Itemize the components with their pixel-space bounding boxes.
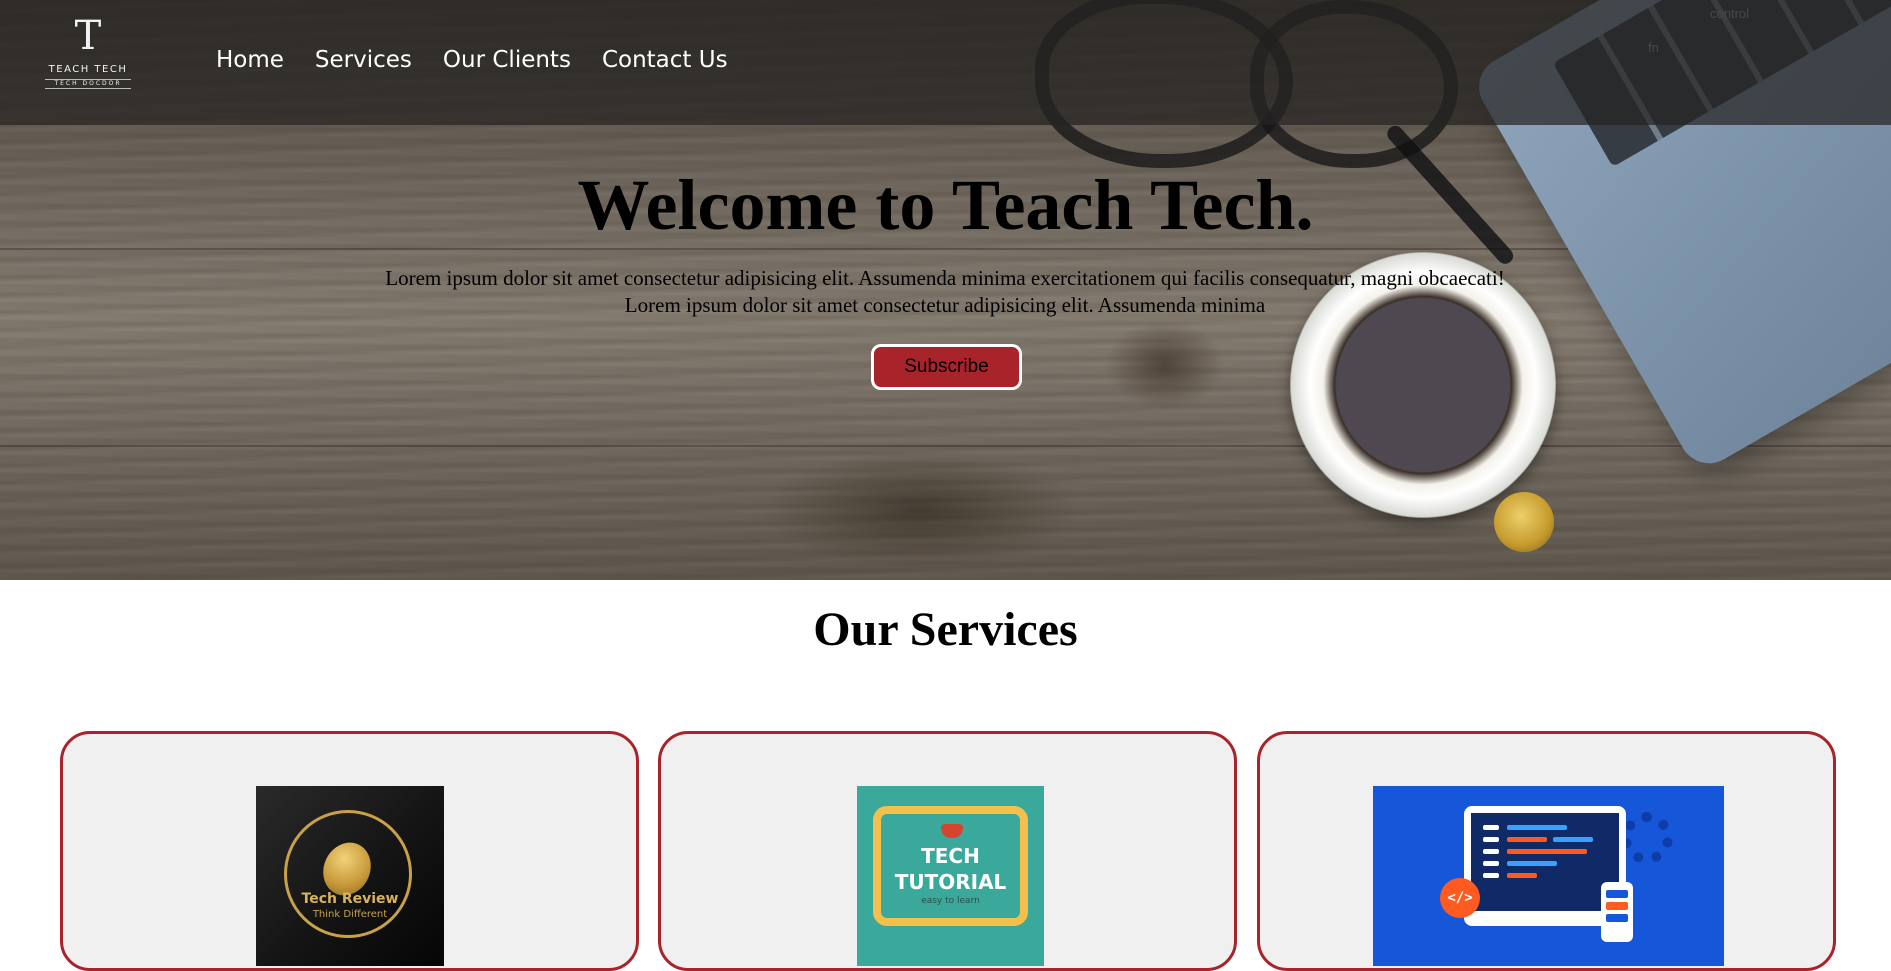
nav-services[interactable]: Services	[315, 47, 412, 73]
services-heading: Our Services	[813, 603, 1078, 656]
logo-tagline: TECH DOCDOR	[45, 79, 131, 89]
navbar: T TEACH TECH TECH DOCDOR Home Services O…	[0, 0, 1891, 125]
nav-contact-us[interactable]: Contact Us	[602, 47, 728, 73]
hero-description-line: Lorem ipsum dolor sit amet consectetur a…	[385, 266, 1505, 290]
code-line	[1483, 849, 1499, 854]
hero-title: Welcome to Teach Tech.	[577, 165, 1314, 245]
hero-description: Lorem ipsum dolor sit amet consectetur a…	[290, 265, 1600, 319]
image-caption-subtitle: easy to learn	[921, 896, 980, 906]
code-line	[1483, 861, 1499, 866]
site-logo[interactable]: T TEACH TECH TECH DOCDOR	[41, 14, 135, 96]
image-caption-title: TUTORIAL	[894, 870, 1007, 894]
code-line	[1483, 825, 1499, 830]
code-line	[1507, 873, 1537, 878]
image-caption-subtitle: Think Different	[312, 909, 388, 920]
wood-knot	[760, 450, 1080, 570]
logo-mark: T	[74, 13, 102, 59]
phone-bar	[1606, 914, 1628, 922]
tech-review-image: Tech Review Think Different	[256, 786, 444, 966]
monitor-screen	[1471, 813, 1619, 911]
hero-description-line: Lorem ipsum dolor sit amet consectetur a…	[624, 293, 1266, 317]
image-caption-title: TECH	[921, 844, 980, 868]
code-line	[1553, 837, 1593, 842]
phone-icon	[1601, 882, 1633, 942]
code-line	[1507, 861, 1557, 866]
code-line	[1483, 873, 1499, 878]
coffee-cup-handle	[1494, 492, 1554, 552]
subscribe-button[interactable]: Subscribe	[871, 344, 1022, 390]
wood-plank-seam	[0, 445, 1891, 447]
web-development-image: </>	[1373, 786, 1724, 966]
code-badge-icon: </>	[1440, 878, 1480, 918]
wood-knot	[1105, 320, 1225, 410]
nav-our-clients[interactable]: Our Clients	[443, 47, 571, 73]
nav-home[interactable]: Home	[216, 47, 284, 73]
main-nav: Home Services Our Clients Contact Us	[216, 47, 728, 73]
service-card-tech-tutorial[interactable]: TECH TUTORIAL easy to learn	[658, 731, 1237, 971]
hero-section: fn control T TEACH TECH TECH DOCDOR Home…	[0, 0, 1891, 580]
image-caption-title: Tech Review	[301, 891, 399, 907]
phone-bar	[1606, 902, 1628, 910]
service-card-web-development[interactable]: </>	[1257, 731, 1836, 971]
code-line	[1483, 837, 1499, 842]
tech-tutorial-image: TECH TUTORIAL easy to learn	[857, 786, 1044, 966]
code-line	[1507, 849, 1587, 854]
code-line	[1507, 825, 1567, 830]
logo-name: TEACH TECH	[48, 64, 128, 75]
gear-icon	[1621, 812, 1673, 864]
code-line	[1507, 837, 1547, 842]
service-card-tech-review[interactable]: Tech Review Think Different	[60, 731, 639, 971]
phone-bar	[1606, 890, 1628, 898]
